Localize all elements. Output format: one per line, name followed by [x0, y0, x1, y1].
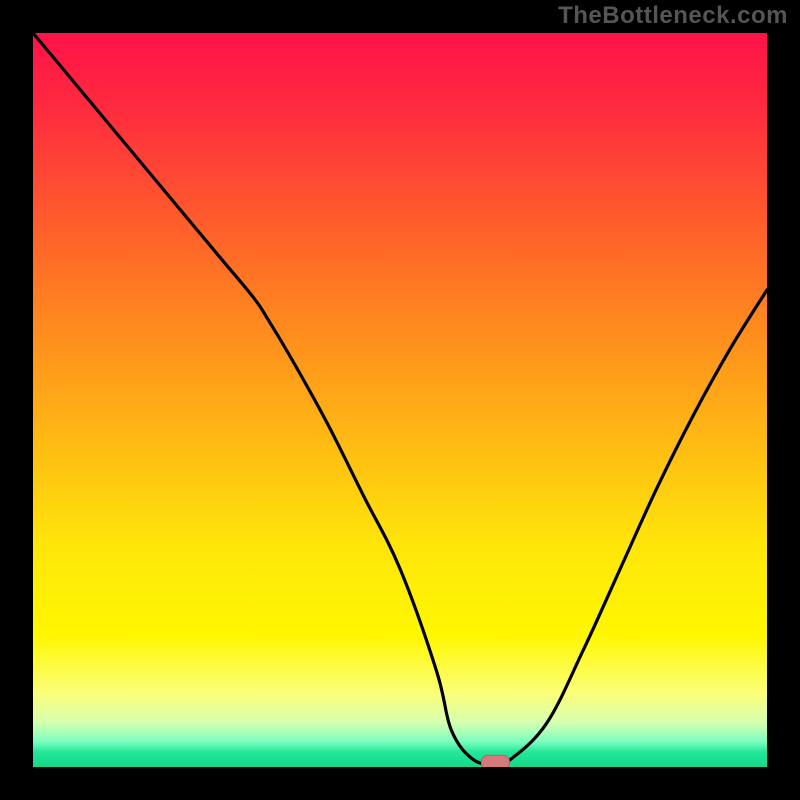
optimal-marker	[481, 755, 509, 767]
plot-area	[33, 33, 767, 767]
bottleneck-curve	[33, 33, 767, 764]
watermark-text: TheBottleneck.com	[558, 2, 788, 30]
chart-frame: TheBottleneck.com	[0, 0, 800, 800]
plot-svg	[33, 33, 767, 767]
